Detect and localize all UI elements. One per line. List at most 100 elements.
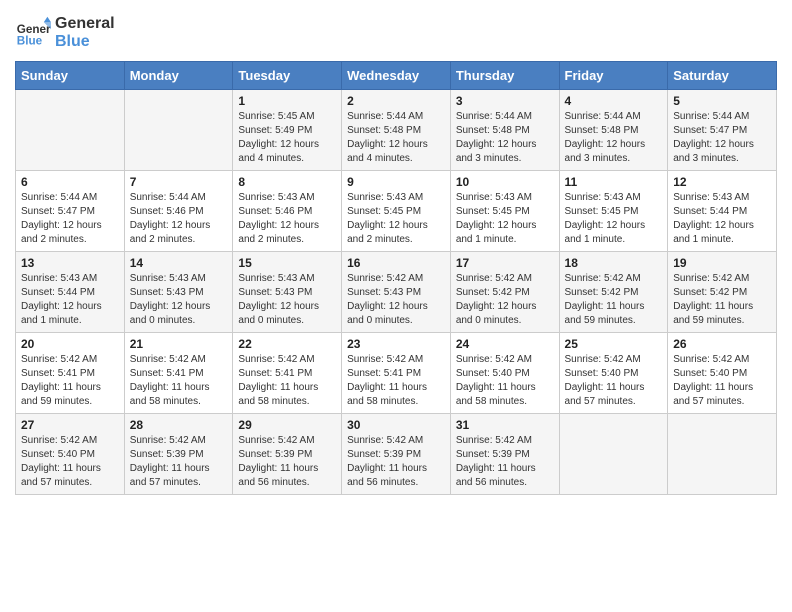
- logo: General Blue General Blue: [15, 15, 115, 51]
- page-header: General Blue General Blue: [15, 15, 777, 51]
- day-info: Sunrise: 5:42 AM Sunset: 5:40 PM Dayligh…: [21, 434, 119, 490]
- day-info: Sunrise: 5:44 AM Sunset: 5:47 PM Dayligh…: [673, 110, 771, 166]
- day-number: 19: [673, 256, 771, 270]
- day-info: Sunrise: 5:42 AM Sunset: 5:39 PM Dayligh…: [130, 434, 228, 490]
- calendar-cell: 25 Sunrise: 5:42 AM Sunset: 5:40 PM Dayli…: [559, 333, 668, 414]
- day-info: Sunrise: 5:43 AM Sunset: 5:45 PM Dayligh…: [456, 191, 554, 247]
- calendar-table: SundayMondayTuesdayWednesdayThursdayFrid…: [15, 61, 777, 495]
- calendar-cell: 4 Sunrise: 5:44 AM Sunset: 5:48 PM Daylig…: [559, 90, 668, 171]
- day-info: Sunrise: 5:44 AM Sunset: 5:48 PM Dayligh…: [347, 110, 445, 166]
- calendar-cell: 24 Sunrise: 5:42 AM Sunset: 5:40 PM Dayli…: [450, 333, 559, 414]
- day-info: Sunrise: 5:44 AM Sunset: 5:46 PM Dayligh…: [130, 191, 228, 247]
- day-info: Sunrise: 5:42 AM Sunset: 5:42 PM Dayligh…: [673, 272, 771, 328]
- day-info: Sunrise: 5:43 AM Sunset: 5:46 PM Dayligh…: [238, 191, 336, 247]
- day-number: 6: [21, 175, 119, 189]
- day-info: Sunrise: 5:43 AM Sunset: 5:43 PM Dayligh…: [238, 272, 336, 328]
- day-number: 5: [673, 94, 771, 108]
- calendar-cell: 21 Sunrise: 5:42 AM Sunset: 5:41 PM Dayli…: [124, 333, 233, 414]
- day-number: 25: [565, 337, 663, 351]
- day-number: 24: [456, 337, 554, 351]
- calendar-cell: 28 Sunrise: 5:42 AM Sunset: 5:39 PM Dayli…: [124, 414, 233, 495]
- day-info: Sunrise: 5:42 AM Sunset: 5:39 PM Dayligh…: [456, 434, 554, 490]
- logo-text-general: General: [55, 15, 115, 33]
- day-info: Sunrise: 5:42 AM Sunset: 5:41 PM Dayligh…: [130, 353, 228, 409]
- day-info: Sunrise: 5:42 AM Sunset: 5:42 PM Dayligh…: [565, 272, 663, 328]
- calendar-cell: 26 Sunrise: 5:42 AM Sunset: 5:40 PM Dayli…: [668, 333, 777, 414]
- day-info: Sunrise: 5:45 AM Sunset: 5:49 PM Dayligh…: [238, 110, 336, 166]
- day-number: 12: [673, 175, 771, 189]
- day-info: Sunrise: 5:43 AM Sunset: 5:45 PM Dayligh…: [565, 191, 663, 247]
- calendar-cell: 23Sunrise: 5:42 AM Sunset: 5:41 PM Dayli…: [342, 333, 451, 414]
- calendar-cell: 3Sunrise: 5:44 AM Sunset: 5:48 PM Daylig…: [450, 90, 559, 171]
- day-info: Sunrise: 5:42 AM Sunset: 5:40 PM Dayligh…: [673, 353, 771, 409]
- day-number: 20: [21, 337, 119, 351]
- calendar-cell: 1 Sunrise: 5:45 AM Sunset: 5:49 PM Daylig…: [233, 90, 342, 171]
- week-row-3: 13Sunrise: 5:43 AM Sunset: 5:44 PM Dayli…: [16, 252, 777, 333]
- calendar-cell: [668, 414, 777, 495]
- day-number: 15: [238, 256, 336, 270]
- calendar-cell: 8 Sunrise: 5:43 AM Sunset: 5:46 PM Daylig…: [233, 171, 342, 252]
- calendar-cell: 11 Sunrise: 5:43 AM Sunset: 5:45 PM Dayli…: [559, 171, 668, 252]
- calendar-cell: 6 Sunrise: 5:44 AM Sunset: 5:47 PM Daylig…: [16, 171, 125, 252]
- header-friday: Friday: [559, 62, 668, 90]
- calendar-cell: 17Sunrise: 5:42 AM Sunset: 5:42 PM Dayli…: [450, 252, 559, 333]
- calendar-cell: [16, 90, 125, 171]
- day-number: 11: [565, 175, 663, 189]
- calendar-cell: 7 Sunrise: 5:44 AM Sunset: 5:46 PM Daylig…: [124, 171, 233, 252]
- day-info: Sunrise: 5:43 AM Sunset: 5:45 PM Dayligh…: [347, 191, 445, 247]
- calendar-cell: 18Sunrise: 5:42 AM Sunset: 5:42 PM Dayli…: [559, 252, 668, 333]
- day-number: 31: [456, 418, 554, 432]
- week-row-4: 20 Sunrise: 5:42 AM Sunset: 5:41 PM Dayli…: [16, 333, 777, 414]
- week-row-2: 6 Sunrise: 5:44 AM Sunset: 5:47 PM Daylig…: [16, 171, 777, 252]
- day-info: Sunrise: 5:42 AM Sunset: 5:40 PM Dayligh…: [565, 353, 663, 409]
- day-info: Sunrise: 5:42 AM Sunset: 5:39 PM Dayligh…: [238, 434, 336, 490]
- calendar-cell: 10 Sunrise: 5:43 AM Sunset: 5:45 PM Dayli…: [450, 171, 559, 252]
- logo-icon: General Blue: [15, 15, 51, 51]
- logo-text-blue: Blue: [55, 33, 115, 51]
- day-number: 29: [238, 418, 336, 432]
- calendar-cell: 9 Sunrise: 5:43 AM Sunset: 5:45 PM Daylig…: [342, 171, 451, 252]
- day-number: 9: [347, 175, 445, 189]
- calendar-cell: 29 Sunrise: 5:42 AM Sunset: 5:39 PM Dayli…: [233, 414, 342, 495]
- day-number: 3: [456, 94, 554, 108]
- day-number: 4: [565, 94, 663, 108]
- day-info: Sunrise: 5:42 AM Sunset: 5:41 PM Dayligh…: [21, 353, 119, 409]
- calendar-cell: [559, 414, 668, 495]
- day-number: 26: [673, 337, 771, 351]
- calendar-cell: [124, 90, 233, 171]
- header-sunday: Sunday: [16, 62, 125, 90]
- svg-text:Blue: Blue: [17, 35, 43, 48]
- header-wednesday: Wednesday: [342, 62, 451, 90]
- day-info: Sunrise: 5:42 AM Sunset: 5:42 PM Dayligh…: [456, 272, 554, 328]
- day-number: 10: [456, 175, 554, 189]
- calendar-cell: 15 Sunrise: 5:43 AM Sunset: 5:43 PM Dayli…: [233, 252, 342, 333]
- day-info: Sunrise: 5:43 AM Sunset: 5:44 PM Dayligh…: [673, 191, 771, 247]
- day-number: 2: [347, 94, 445, 108]
- day-info: Sunrise: 5:42 AM Sunset: 5:39 PM Dayligh…: [347, 434, 445, 490]
- header-saturday: Saturday: [668, 62, 777, 90]
- day-number: 28: [130, 418, 228, 432]
- day-number: 23: [347, 337, 445, 351]
- day-info: Sunrise: 5:44 AM Sunset: 5:47 PM Dayligh…: [21, 191, 119, 247]
- week-row-1: 1 Sunrise: 5:45 AM Sunset: 5:49 PM Daylig…: [16, 90, 777, 171]
- day-number: 30: [347, 418, 445, 432]
- day-info: Sunrise: 5:42 AM Sunset: 5:41 PM Dayligh…: [238, 353, 336, 409]
- calendar-cell: 13Sunrise: 5:43 AM Sunset: 5:44 PM Dayli…: [16, 252, 125, 333]
- calendar-cell: 19 Sunrise: 5:42 AM Sunset: 5:42 PM Dayli…: [668, 252, 777, 333]
- header-monday: Monday: [124, 62, 233, 90]
- calendar-cell: 30 Sunrise: 5:42 AM Sunset: 5:39 PM Dayli…: [342, 414, 451, 495]
- day-number: 21: [130, 337, 228, 351]
- calendar-cell: 14Sunrise: 5:43 AM Sunset: 5:43 PM Dayli…: [124, 252, 233, 333]
- calendar-header: SundayMondayTuesdayWednesdayThursdayFrid…: [16, 62, 777, 90]
- day-info: Sunrise: 5:42 AM Sunset: 5:40 PM Dayligh…: [456, 353, 554, 409]
- day-number: 1: [238, 94, 336, 108]
- day-number: 8: [238, 175, 336, 189]
- calendar-cell: 12 Sunrise: 5:43 AM Sunset: 5:44 PM Dayli…: [668, 171, 777, 252]
- day-number: 16: [347, 256, 445, 270]
- calendar-cell: 2 Sunrise: 5:44 AM Sunset: 5:48 PM Daylig…: [342, 90, 451, 171]
- calendar-cell: 20 Sunrise: 5:42 AM Sunset: 5:41 PM Dayli…: [16, 333, 125, 414]
- day-number: 7: [130, 175, 228, 189]
- day-info: Sunrise: 5:44 AM Sunset: 5:48 PM Dayligh…: [565, 110, 663, 166]
- day-number: 22: [238, 337, 336, 351]
- header-thursday: Thursday: [450, 62, 559, 90]
